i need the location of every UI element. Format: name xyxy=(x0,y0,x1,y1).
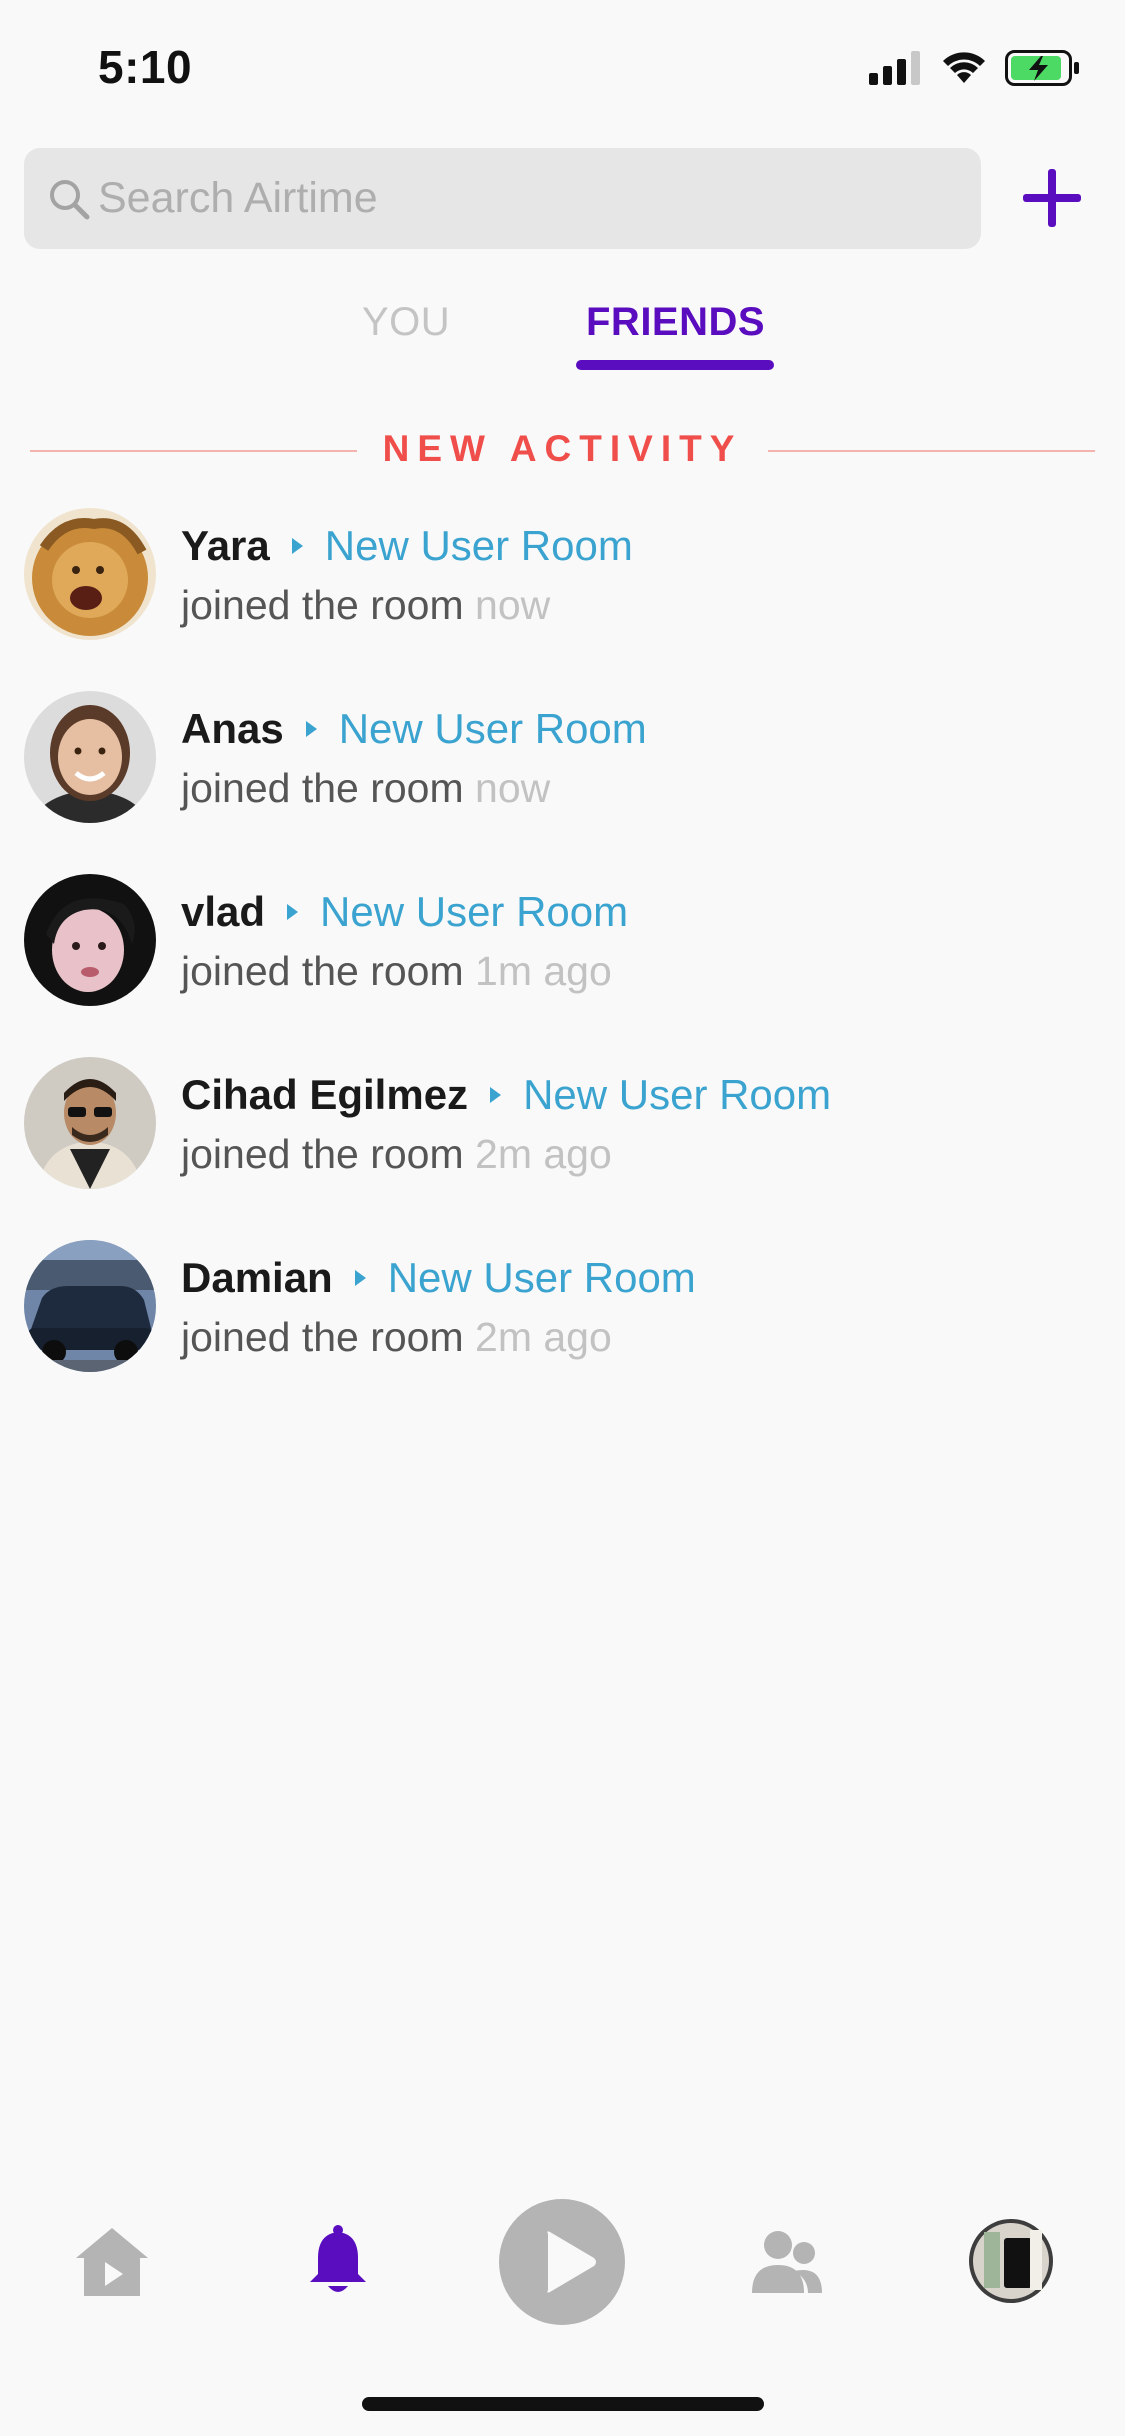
battery-charging-icon xyxy=(1005,50,1079,86)
profile-tab[interactable] xyxy=(968,2218,1054,2304)
add-button[interactable] xyxy=(1018,164,1086,232)
activity-action: joined the room xyxy=(181,1131,464,1177)
avatar[interactable] xyxy=(24,691,156,823)
play-arrow-icon xyxy=(490,1087,502,1103)
activity-detail: joined the room 2m ago xyxy=(181,1131,612,1178)
activity-time: 2m ago xyxy=(475,1314,612,1360)
avatar[interactable] xyxy=(24,1057,156,1189)
notifications-tab[interactable] xyxy=(296,2218,380,2302)
activity-time: now xyxy=(475,765,551,811)
wifi-icon xyxy=(943,52,985,83)
activity-time: now xyxy=(475,582,551,628)
activity-action: joined the room xyxy=(181,765,464,811)
play-arrow-icon xyxy=(291,538,303,554)
activity-time: 2m ago xyxy=(475,1131,612,1177)
play-arrow-icon xyxy=(305,721,317,737)
username[interactable]: Damian xyxy=(181,1254,333,1302)
activity-detail: joined the room 1m ago xyxy=(181,948,612,995)
play-tab[interactable] xyxy=(498,2198,626,2326)
activity-detail: joined the room now xyxy=(181,582,550,629)
status-bar: 5:10 xyxy=(0,0,1125,140)
activity-title: Yara New User Room xyxy=(181,522,633,570)
search-input[interactable] xyxy=(98,174,958,223)
room-link[interactable]: New User Room xyxy=(388,1254,696,1302)
tab-you[interactable]: YOU xyxy=(362,300,450,345)
search-bar[interactable] xyxy=(24,148,981,249)
avatar[interactable] xyxy=(24,508,156,640)
username[interactable]: vlad xyxy=(181,888,265,936)
plus-icon xyxy=(1023,169,1081,227)
home-icon xyxy=(76,2228,148,2296)
activity-time: 1m ago xyxy=(475,948,612,994)
friends-tab[interactable] xyxy=(744,2220,828,2304)
activity-action: joined the room xyxy=(181,948,464,994)
section-title: NEW ACTIVITY xyxy=(382,428,743,469)
status-icons xyxy=(869,46,1081,90)
bottom-tab-bar xyxy=(0,2190,1125,2340)
username[interactable]: Anas xyxy=(181,705,284,753)
activity-detail: joined the room now xyxy=(181,765,550,812)
status-time: 5:10 xyxy=(98,41,193,93)
activity-item[interactable]: Anas New User Room joined the room now xyxy=(0,691,1125,831)
home-indicator xyxy=(362,2397,764,2411)
new-activity-header: NEW ACTIVITY xyxy=(30,424,1095,476)
username[interactable]: Yara xyxy=(181,522,270,570)
activity-action: joined the room xyxy=(181,1314,464,1360)
activity-item[interactable]: Cihad Egilmez New User Room joined the r… xyxy=(0,1057,1125,1197)
play-icon xyxy=(499,2199,625,2325)
activity-title: Anas New User Room xyxy=(181,705,647,753)
home-tab[interactable] xyxy=(70,2220,154,2304)
activity-title: Damian New User Room xyxy=(181,1254,696,1302)
avatar[interactable] xyxy=(24,1240,156,1372)
tab-switcher: YOU FRIENDS xyxy=(0,290,1125,380)
username[interactable]: Cihad Egilmez xyxy=(181,1071,468,1119)
room-link[interactable]: New User Room xyxy=(320,888,628,936)
search-icon xyxy=(48,177,92,221)
activity-action: joined the room xyxy=(181,582,464,628)
profile-avatar xyxy=(969,2219,1053,2303)
play-arrow-icon xyxy=(354,1270,366,1286)
room-link[interactable]: New User Room xyxy=(325,522,633,570)
play-arrow-icon xyxy=(287,904,299,920)
friends-icon xyxy=(752,2231,822,2293)
tab-friends[interactable]: FRIENDS xyxy=(586,300,765,345)
activity-title: Cihad Egilmez New User Room xyxy=(181,1071,831,1119)
activity-item[interactable]: vlad New User Room joined the room 1m ag… xyxy=(0,874,1125,1014)
room-link[interactable]: New User Room xyxy=(523,1071,831,1119)
activity-detail: joined the room 2m ago xyxy=(181,1314,612,1361)
avatar[interactable] xyxy=(24,874,156,1006)
activity-title: vlad New User Room xyxy=(181,888,628,936)
room-link[interactable]: New User Room xyxy=(339,705,647,753)
activity-item[interactable]: Damian New User Room joined the room 2m … xyxy=(0,1240,1125,1380)
cellular-signal-icon xyxy=(869,51,920,85)
bell-icon xyxy=(310,2225,366,2292)
active-tab-indicator xyxy=(576,360,774,370)
activity-item[interactable]: Yara New User Room joined the room now xyxy=(0,508,1125,648)
